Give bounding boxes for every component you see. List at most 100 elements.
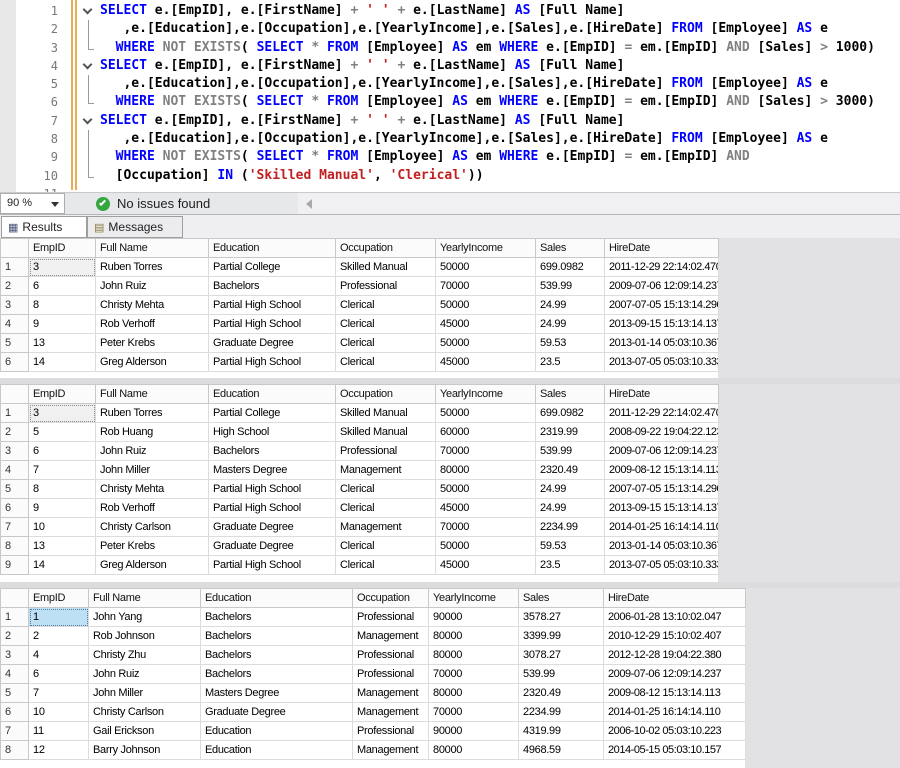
cell[interactable]: 59.53 — [536, 537, 605, 556]
cell[interactable]: Christy Mehta — [96, 296, 209, 315]
column-header[interactable]: YearlyIncome — [436, 239, 536, 258]
cell[interactable]: 12 — [29, 741, 89, 760]
cell[interactable]: Clerical — [336, 499, 436, 518]
cell[interactable]: 24.99 — [536, 480, 605, 499]
cell[interactable]: Rob Huang — [96, 423, 209, 442]
cell[interactable]: 45000 — [436, 353, 536, 372]
cell[interactable]: Clerical — [336, 556, 436, 575]
cell[interactable]: Education — [201, 722, 353, 741]
row-number[interactable]: 8 — [1, 537, 29, 556]
column-header[interactable]: HireDate — [605, 385, 719, 404]
cell[interactable]: Barry Johnson — [89, 741, 201, 760]
sql-editor[interactable]: 1SELECT e.[EmpID], e.[FirstName] + ' ' +… — [0, 0, 900, 193]
cell[interactable]: 3578.27 — [519, 608, 604, 627]
cell[interactable]: Clerical — [336, 537, 436, 556]
cell[interactable]: 2234.99 — [519, 703, 604, 722]
cell[interactable]: 80000 — [429, 741, 519, 760]
results-grid-3[interactable]: EmpIDFull NameEducationOccupationYearlyI… — [0, 588, 745, 768]
cell[interactable]: 3399.99 — [519, 627, 604, 646]
cell[interactable]: Partial High School — [209, 480, 336, 499]
cell[interactable]: Partial High School — [209, 315, 336, 334]
cell[interactable]: Graduate Degree — [209, 518, 336, 537]
cell[interactable]: Skilled Manual — [336, 404, 436, 423]
cell[interactable]: Clerical — [336, 334, 436, 353]
column-header[interactable]: HireDate — [604, 589, 746, 608]
cell[interactable]: 2009-08-12 15:13:14.113 — [605, 461, 719, 480]
cell[interactable]: 539.99 — [536, 442, 605, 461]
cell[interactable]: 4968.59 — [519, 741, 604, 760]
cell[interactable]: 70000 — [436, 442, 536, 461]
code-line[interactable]: 10 [Occupation] IN ('Skilled Manual', 'C… — [0, 167, 900, 185]
cell[interactable]: 60000 — [436, 423, 536, 442]
row-number[interactable]: 4 — [1, 461, 29, 480]
code-line[interactable]: 1SELECT e.[EmpID], e.[FirstName] + ' ' +… — [0, 2, 900, 20]
column-header[interactable]: YearlyIncome — [429, 589, 519, 608]
fold-collapse-icon[interactable] — [80, 2, 98, 20]
cell[interactable]: 50000 — [436, 480, 536, 499]
cell[interactable]: 8 — [29, 296, 96, 315]
cell[interactable]: 3078.27 — [519, 646, 604, 665]
cell[interactable]: 6 — [29, 665, 89, 684]
code-text[interactable]: ,e.[Education],e.[Occupation],e.[YearlyI… — [100, 130, 828, 148]
cell[interactable]: Partial High School — [209, 296, 336, 315]
row-number[interactable]: 7 — [1, 722, 29, 741]
column-header[interactable]: EmpID — [29, 589, 89, 608]
cell[interactable]: Bachelors — [201, 646, 353, 665]
row-number[interactable]: 1 — [1, 404, 29, 423]
cell[interactable]: Partial High School — [209, 499, 336, 518]
cell[interactable]: 2007-07-05 15:13:14.290 — [605, 296, 719, 315]
cell[interactable]: 90000 — [429, 608, 519, 627]
cell[interactable]: Skilled Manual — [336, 423, 436, 442]
cell[interactable]: 2014-01-25 16:14:14.110 — [605, 518, 719, 537]
cell[interactable]: 2006-10-02 05:03:10.223 — [604, 722, 746, 741]
cell[interactable]: 13 — [29, 537, 96, 556]
cell[interactable]: 4 — [29, 646, 89, 665]
cell[interactable]: Graduate Degree — [209, 334, 336, 353]
code-line[interactable]: 4SELECT e.[EmpID], e.[FirstName] + ' ' +… — [0, 57, 900, 75]
cell[interactable]: Bachelors — [209, 442, 336, 461]
row-number[interactable]: 8 — [1, 741, 29, 760]
row-number[interactable]: 9 — [1, 556, 29, 575]
fold-collapse-icon[interactable] — [80, 112, 98, 130]
cell[interactable]: Partial College — [209, 258, 336, 277]
cell[interactable]: 50000 — [436, 404, 536, 423]
cell[interactable]: Graduate Degree — [209, 537, 336, 556]
row-number[interactable]: 7 — [1, 518, 29, 537]
cell[interactable]: Professional — [353, 646, 429, 665]
cell[interactable]: 24.99 — [536, 296, 605, 315]
cell[interactable]: Clerical — [336, 296, 436, 315]
code-text[interactable]: WHERE NOT EXISTS( SELECT * FROM [Employe… — [100, 93, 875, 111]
column-header[interactable]: Sales — [536, 239, 605, 258]
column-header[interactable]: YearlyIncome — [436, 385, 536, 404]
code-line[interactable]: 6 WHERE NOT EXISTS( SELECT * FROM [Emplo… — [0, 93, 900, 111]
cell[interactable]: Peter Krebs — [96, 334, 209, 353]
code-text[interactable]: SELECT e.[EmpID], e.[FirstName] + ' ' + … — [100, 2, 624, 20]
code-line[interactable]: 11 — [0, 185, 900, 193]
column-header[interactable]: Occupation — [336, 239, 436, 258]
code-text[interactable]: SELECT e.[EmpID], e.[FirstName] + ' ' + … — [100, 112, 624, 130]
scroll-left-arrow-icon[interactable] — [306, 199, 312, 209]
cell[interactable]: Clerical — [336, 353, 436, 372]
row-number[interactable]: 3 — [1, 646, 29, 665]
cell[interactable]: 10 — [29, 518, 96, 537]
code-text[interactable]: SELECT e.[EmpID], e.[FirstName] + ' ' + … — [100, 57, 624, 75]
cell[interactable]: 9 — [29, 499, 96, 518]
cell[interactable]: John Miller — [96, 461, 209, 480]
cell[interactable]: Professional — [353, 665, 429, 684]
cell[interactable]: 80000 — [436, 461, 536, 480]
cell[interactable]: 4319.99 — [519, 722, 604, 741]
cell[interactable]: 6 — [29, 442, 96, 461]
cell[interactable]: 2013-01-14 05:03:10.367 — [605, 334, 719, 353]
cell[interactable]: 7 — [29, 684, 89, 703]
column-header[interactable]: Full Name — [96, 385, 209, 404]
cell[interactable]: 24.99 — [536, 315, 605, 334]
cell[interactable]: John Yang — [89, 608, 201, 627]
row-number[interactable]: 3 — [1, 296, 29, 315]
code-text[interactable]: WHERE NOT EXISTS( SELECT * FROM [Employe… — [100, 39, 875, 57]
row-number[interactable]: 4 — [1, 665, 29, 684]
cell[interactable]: Bachelors — [209, 277, 336, 296]
row-number[interactable]: 6 — [1, 703, 29, 722]
cell[interactable]: 2234.99 — [536, 518, 605, 537]
cell[interactable]: 70000 — [436, 518, 536, 537]
cell[interactable]: Rob Verhoff — [96, 499, 209, 518]
